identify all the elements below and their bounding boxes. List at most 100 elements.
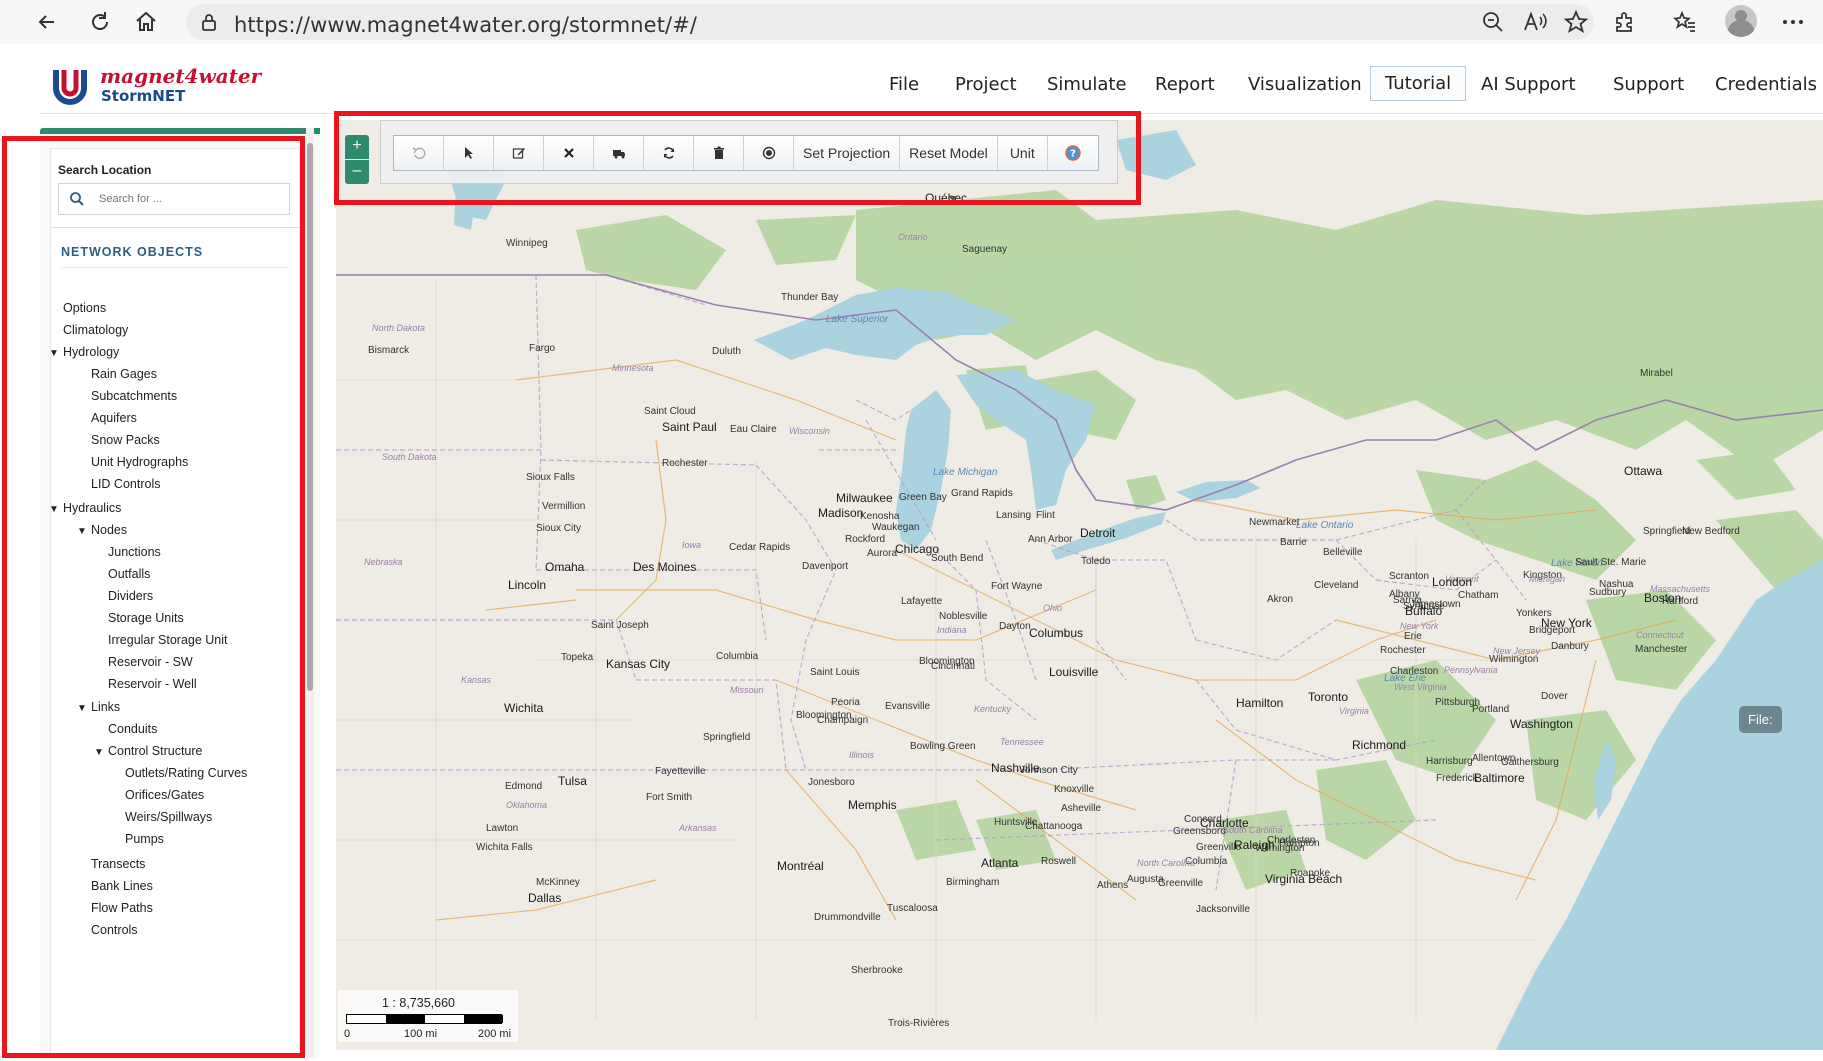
- map-city-label: Madison: [818, 506, 864, 520]
- map-city-label: Boston: [1644, 591, 1682, 605]
- map-city-label: Toronto: [1308, 690, 1349, 704]
- map-city-label: Davenport: [802, 561, 849, 572]
- app-header: magnet4water StormNET File Project Simul…: [40, 58, 1823, 114]
- back-arrow-icon[interactable]: [34, 8, 62, 36]
- map-city-label: Edmond: [505, 781, 543, 792]
- map-city-label: Erie: [1404, 631, 1422, 642]
- map-city-label: Ann Arbor: [1028, 534, 1073, 545]
- map-city-label: Yonkers: [1516, 608, 1552, 619]
- map-city-label: Bismarck: [368, 345, 410, 356]
- map-city-label: London: [1432, 575, 1473, 589]
- map-city-label: Sault Ste. Marie: [1575, 557, 1647, 568]
- map-city-label: Saint Cloud: [644, 406, 696, 417]
- map-region-label: Illinois: [849, 750, 875, 760]
- browser-toolbar: https://www.magnet4water.org/stormnet/#/: [0, 0, 1823, 44]
- map-city-label: Sherbrooke: [851, 965, 903, 976]
- lock-icon[interactable]: [198, 11, 220, 33]
- map-region-label: Connecticut: [1636, 630, 1684, 640]
- map-city-label: Athens: [1097, 880, 1129, 891]
- map-city-label: McKinney: [536, 877, 580, 888]
- map-city-label: Concord: [1184, 814, 1222, 825]
- map-region-label: Oklahoma: [506, 800, 548, 810]
- map-city-label: Cleveland: [1314, 580, 1359, 591]
- map-city-label: Frederick: [1436, 773, 1478, 784]
- map-city-label: Dover: [1541, 691, 1568, 702]
- favorite-star-icon[interactable]: [1562, 8, 1590, 36]
- map-city-label: Bridgeport: [1529, 625, 1576, 636]
- map-region-label: Nebraska: [364, 557, 403, 567]
- map-city-label: Cincinnati: [931, 661, 975, 672]
- nav-simulate[interactable]: Simulate: [1047, 74, 1127, 95]
- map-water-label: Lake Erie: [1384, 673, 1427, 684]
- map-region-label: Michigan: [1529, 574, 1566, 584]
- map-city-label: Columbia: [716, 651, 759, 662]
- map-region-label: Iowa: [682, 540, 702, 550]
- map-city-label: Jonesboro: [808, 777, 855, 788]
- map-region-label: Tennessee: [1000, 737, 1044, 747]
- map-city-label: Danbury: [1551, 641, 1589, 652]
- map-city-label: Fort Wayne: [991, 581, 1043, 592]
- nav-credentials[interactable]: Credentials: [1715, 74, 1817, 95]
- map-city-label: Greenville: [1196, 842, 1242, 853]
- map-city-label: Rockford: [845, 534, 886, 545]
- map-city-label: Kenosha: [860, 511, 900, 522]
- zoom-out-icon[interactable]: [1479, 8, 1507, 36]
- scale-tick-0: 0: [344, 1028, 351, 1040]
- main-nav: File Project Simulate Report Visualizati…: [40, 58, 1823, 114]
- map-region-label: New Jersey: [1493, 646, 1541, 656]
- map-city-label: Springfield: [703, 732, 751, 743]
- nav-ai-support[interactable]: AI Support: [1481, 74, 1576, 95]
- map-city-label: Washington: [1510, 717, 1573, 731]
- nav-report[interactable]: Report: [1155, 74, 1215, 95]
- map-canvas[interactable]: Winnipeg Ontario Thunder Bay Lake Superior N…: [336, 120, 1823, 1050]
- map-city-label: Green Bay: [899, 492, 947, 503]
- map-city-label: Vermillion: [542, 501, 586, 512]
- map-city-label: Champaign: [817, 715, 869, 726]
- map-city-label: Harrisburg: [1426, 756, 1473, 767]
- map-city-label: Tulsa: [558, 774, 587, 788]
- map-city-label: Des Moines: [633, 560, 697, 574]
- map-city-label: Topeka: [561, 652, 594, 663]
- home-icon[interactable]: [132, 8, 160, 36]
- extensions-icon[interactable]: [1611, 8, 1639, 36]
- scale-ratio: 1 : 8,735,660: [382, 996, 455, 1010]
- map-city-label: Aurora: [867, 548, 898, 559]
- sidebar-scroll-thumb[interactable]: [307, 143, 313, 691]
- map-city-label: Greenville: [1158, 878, 1204, 889]
- more-menu-icon[interactable]: [1779, 8, 1807, 36]
- map-city-label: Fargo: [529, 343, 556, 354]
- map-region-label: North Dakota: [372, 323, 426, 333]
- map-city-label: Tuscaloosa: [887, 903, 938, 914]
- map-city-label: Grand Rapids: [951, 488, 1013, 499]
- map-city-label: Portland: [1472, 704, 1510, 715]
- map-city-label: Lincoln: [508, 578, 547, 592]
- map-city-label: Fayetteville: [655, 766, 706, 777]
- favorites-icon[interactable]: [1671, 8, 1699, 36]
- nav-file[interactable]: File: [889, 74, 919, 95]
- map-city-label: Chatham: [1458, 590, 1499, 601]
- reload-icon[interactable]: [86, 8, 114, 36]
- read-aloud-icon[interactable]: [1521, 8, 1549, 36]
- address-bar[interactable]: https://www.magnet4water.org/stormnet/#/: [186, 4, 1594, 40]
- map-city-label: Scranton: [1389, 571, 1430, 582]
- map-city-label: Milwaukee: [836, 491, 893, 505]
- map-city-label: Baltimore: [1474, 771, 1525, 785]
- map-city-label: Waukegan: [872, 522, 920, 533]
- profile-avatar[interactable]: [1725, 5, 1757, 37]
- nav-project[interactable]: Project: [955, 74, 1017, 95]
- map-region-label: Virginia: [1339, 706, 1369, 716]
- file-badge[interactable]: File:: [1739, 706, 1782, 733]
- map-city-label: Gaithersburg: [1501, 757, 1559, 768]
- map-city-label: Knoxville: [1054, 784, 1095, 795]
- map-city-label: Flint: [1036, 510, 1055, 521]
- nav-tutorial[interactable]: Tutorial: [1370, 66, 1467, 101]
- url-text[interactable]: https://www.magnet4water.org/stormnet/#/: [234, 13, 697, 37]
- map-city-label: Hampton: [1279, 838, 1320, 849]
- map-region-label: Missouri: [730, 685, 764, 695]
- map-city-label: Barrie: [1280, 537, 1307, 548]
- map-city-label: Peoria: [831, 697, 860, 708]
- nav-support[interactable]: Support: [1613, 74, 1684, 95]
- map-city-label: Wichita Falls: [476, 842, 533, 853]
- nav-visualization[interactable]: Visualization: [1248, 74, 1362, 95]
- map-city-label: Dayton: [999, 621, 1031, 632]
